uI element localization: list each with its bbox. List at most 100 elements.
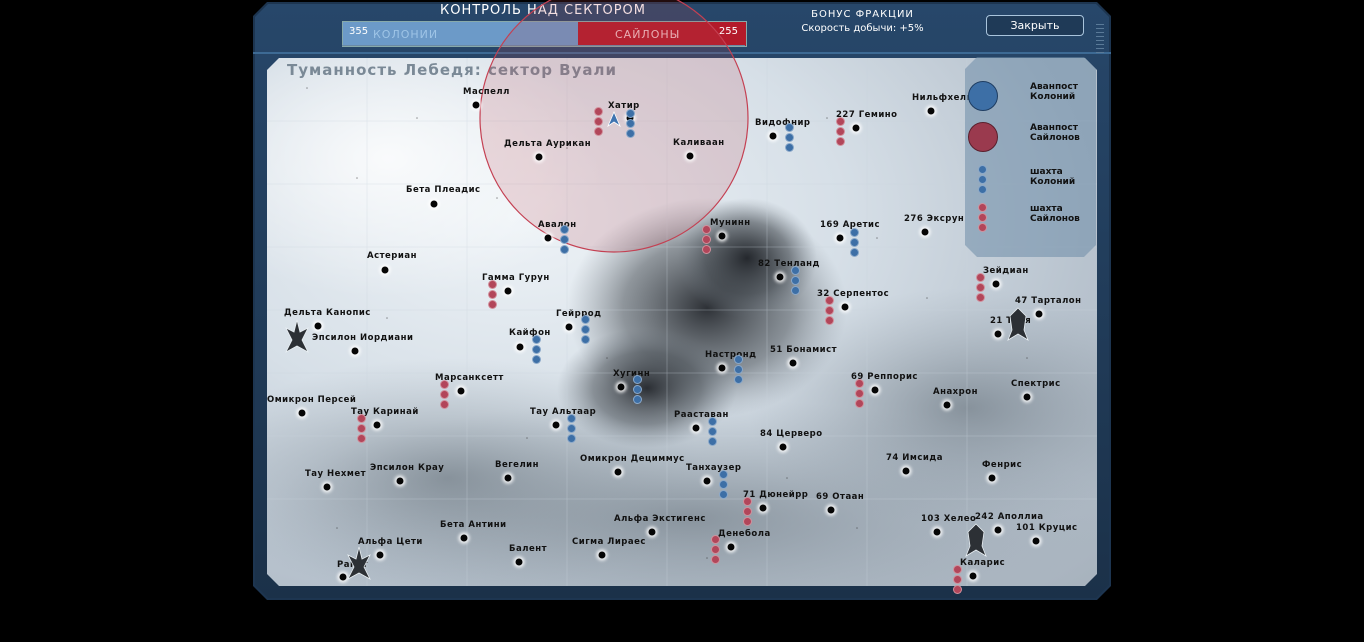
colony-mine-stack[interactable] xyxy=(633,375,642,405)
mine-dot xyxy=(743,517,752,526)
planet-marker[interactable] xyxy=(852,124,860,132)
planet-marker[interactable] xyxy=(988,474,996,482)
colony-mine-stack[interactable] xyxy=(532,335,541,365)
planet-marker[interactable] xyxy=(1023,393,1031,401)
planet-marker[interactable] xyxy=(472,101,480,109)
planet-marker[interactable] xyxy=(789,359,797,367)
planet-marker[interactable] xyxy=(841,303,849,311)
cylon-mine-stack[interactable] xyxy=(953,565,962,595)
planet-marker[interactable] xyxy=(598,551,606,559)
planet-marker[interactable] xyxy=(779,443,787,451)
planet-marker[interactable] xyxy=(351,347,359,355)
mine-dot xyxy=(488,300,497,309)
planet-marker[interactable] xyxy=(614,468,622,476)
planet-marker[interactable] xyxy=(396,477,404,485)
planet-marker[interactable] xyxy=(718,232,726,240)
planet-marker[interactable] xyxy=(902,467,910,475)
planet-marker[interactable] xyxy=(1035,310,1043,318)
colony-mine-stack[interactable] xyxy=(785,123,794,153)
planet-marker[interactable] xyxy=(381,266,389,274)
colony-mine-stack[interactable] xyxy=(791,266,800,296)
planet-marker[interactable] xyxy=(552,421,560,429)
planet-label: Гейррод xyxy=(556,309,602,319)
planet-marker[interactable] xyxy=(943,401,951,409)
planet-marker[interactable] xyxy=(927,107,935,115)
legend-colony-mine: шахта Колоний xyxy=(1030,167,1076,187)
mine-dot xyxy=(855,389,864,398)
colony-mine-stack[interactable] xyxy=(734,355,743,385)
planet-label: 276 Эксрун xyxy=(904,214,965,224)
cylon-raider-icon-2[interactable] xyxy=(964,522,988,558)
cylon-mine-stack[interactable] xyxy=(357,414,366,444)
cylon-basestar-icon-2[interactable] xyxy=(346,545,372,583)
planet-marker[interactable] xyxy=(1032,537,1040,545)
colony-mine-stack[interactable] xyxy=(560,225,569,255)
colony-mine-stack[interactable] xyxy=(626,109,635,139)
mine-dot xyxy=(791,276,800,285)
planet-marker[interactable] xyxy=(430,200,438,208)
cylon-mine-stack[interactable] xyxy=(711,535,720,565)
planet-marker[interactable] xyxy=(759,504,767,512)
cylon-mine-stack[interactable] xyxy=(976,273,985,303)
planet-marker[interactable] xyxy=(992,280,1000,288)
planet-marker[interactable] xyxy=(921,228,929,236)
planet-marker[interactable] xyxy=(617,383,625,391)
planet-marker[interactable] xyxy=(535,153,543,161)
colony-mine-stack[interactable] xyxy=(567,414,576,444)
mine-dot xyxy=(357,424,366,433)
planet-marker[interactable] xyxy=(373,421,381,429)
planet-label: Эпсилон Иордиани xyxy=(312,333,414,343)
planet-marker[interactable] xyxy=(298,409,306,417)
planet-marker[interactable] xyxy=(648,528,656,536)
cylon-mine-stack[interactable] xyxy=(488,280,497,310)
cylon-mine-stack[interactable] xyxy=(855,379,864,409)
planet-label: Спектрис xyxy=(1011,379,1061,389)
mine-dot xyxy=(560,225,569,234)
colony-mine-stack[interactable] xyxy=(581,315,590,345)
planet-label: Альфа Экстигенс xyxy=(614,514,706,524)
planet-marker[interactable] xyxy=(457,387,465,395)
mine-dot xyxy=(785,143,794,152)
planet-label: Каларис xyxy=(960,558,1006,568)
cylon-mine-stack[interactable] xyxy=(594,107,603,137)
planet-marker[interactable] xyxy=(727,543,735,551)
cylon-mine-stack[interactable] xyxy=(702,225,711,255)
planet-marker[interactable] xyxy=(516,343,524,351)
planet-marker[interactable] xyxy=(836,234,844,242)
mine-dot xyxy=(976,283,985,292)
planet-marker[interactable] xyxy=(969,572,977,580)
cylon-basestar-icon[interactable] xyxy=(284,318,310,356)
planet-marker[interactable] xyxy=(827,506,835,514)
colony-mine-stack[interactable] xyxy=(850,228,859,258)
planet-marker[interactable] xyxy=(686,152,694,160)
planet-marker[interactable] xyxy=(544,234,552,242)
colony-mine-stack[interactable] xyxy=(719,470,728,500)
planet-marker[interactable] xyxy=(994,330,1002,338)
planet-label: 227 Гемино xyxy=(836,110,898,120)
planet-marker[interactable] xyxy=(376,551,384,559)
planet-marker[interactable] xyxy=(314,322,322,330)
legend-colony-outpost: Аванпост Колоний xyxy=(1030,82,1078,102)
colony-mine-stack[interactable] xyxy=(708,417,717,447)
planet-marker[interactable] xyxy=(994,526,1002,534)
planet-marker[interactable] xyxy=(565,323,573,331)
cylon-mine-stack[interactable] xyxy=(825,296,834,326)
planet-marker[interactable] xyxy=(718,364,726,372)
planet-marker[interactable] xyxy=(515,558,523,566)
cylon-raider-icon[interactable] xyxy=(1006,306,1030,342)
cylon-mine-stack[interactable] xyxy=(440,380,449,410)
planet-marker[interactable] xyxy=(323,483,331,491)
cylon-mine-stack[interactable] xyxy=(836,117,845,147)
planet-label: Настронд xyxy=(705,350,757,360)
planet-marker[interactable] xyxy=(504,474,512,482)
planet-marker[interactable] xyxy=(769,132,777,140)
planet-marker[interactable] xyxy=(871,386,879,394)
cylon-mine-stack[interactable] xyxy=(743,497,752,527)
mine-dot xyxy=(357,434,366,443)
planet-marker[interactable] xyxy=(776,273,784,281)
planet-marker[interactable] xyxy=(460,534,468,542)
planet-marker[interactable] xyxy=(504,287,512,295)
planet-marker[interactable] xyxy=(692,424,700,432)
planet-marker[interactable] xyxy=(703,477,711,485)
planet-marker[interactable] xyxy=(933,528,941,536)
